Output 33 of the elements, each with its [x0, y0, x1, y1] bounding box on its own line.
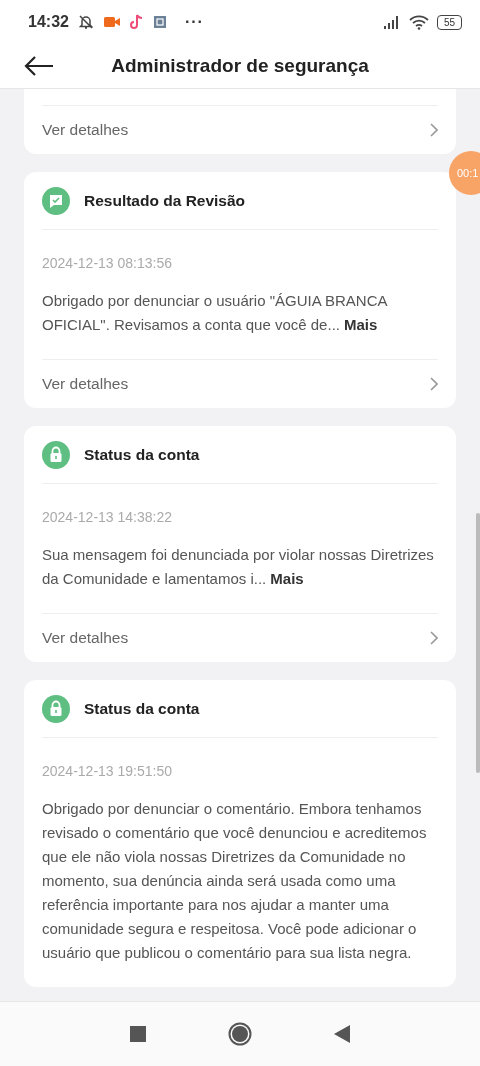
chevron-right-icon: [430, 631, 438, 645]
card-date: 2024-12-13 19:51:50: [42, 762, 173, 779]
home-icon[interactable]: [228, 1022, 252, 1046]
details-row[interactable]: Ver detalhes: [42, 359, 438, 408]
back-arrow-icon[interactable]: [24, 55, 54, 77]
page-title: Administrador de segurança: [110, 55, 370, 77]
signal-icon: [382, 15, 401, 29]
muted-bell-icon: [76, 13, 95, 31]
card-title: Status da conta: [84, 699, 200, 718]
wifi-icon: [408, 14, 429, 30]
card-date: 2024-12-13 14:38:22: [42, 508, 173, 525]
chevron-right-icon: [430, 123, 438, 137]
battery-indicator: 55: [436, 14, 462, 30]
chevron-right-icon: [430, 377, 438, 391]
more-link[interactable]: Mais: [270, 570, 304, 587]
square-app-icon: [152, 15, 167, 29]
details-row[interactable]: Ver detalhes: [42, 613, 438, 662]
lock-icon: [42, 440, 70, 469]
video-camera-icon: [102, 15, 121, 29]
card-date: 2024-12-13 08:13:56: [42, 254, 173, 271]
chat-check-icon: [42, 186, 70, 215]
more-link[interactable]: Mais: [343, 316, 378, 333]
card-title: Status da conta: [84, 445, 200, 464]
card-message: Obrigado por denunciar o comentário. Embora tenhamos revisado o comentário que você denunciou e acreditemos que ele não viola nossas Diretrizes da Comunidade no momento, sua denúncia ainda será usada como uma referência importante para nos ajudar a manter uma comunidade segura e respeitosa. Você pode adicionar o usuário que publicou o comentário para sua lista negra.: [42, 799, 428, 963]
details-row[interactable]: Ver detalhes: [42, 105, 438, 154]
status-time: 14:32: [28, 13, 69, 31]
music-note-icon: [128, 13, 145, 31]
card-title: Resultado da Revisão: [84, 191, 246, 210]
card-message: Sua mensagem foi denunciada por violar nossas Diretrizes da Comunidade e lamentamos i... Mais: [42, 545, 435, 589]
lock-icon: [42, 694, 70, 723]
more-notifications: ···: [184, 13, 204, 31]
card-message: Obrigado por denunciar o usuário "ÁGUIA BRANCA OFICIAL". Revisamos a conta que você de... Mais: [42, 291, 389, 335]
back-icon[interactable]: [334, 1025, 350, 1043]
